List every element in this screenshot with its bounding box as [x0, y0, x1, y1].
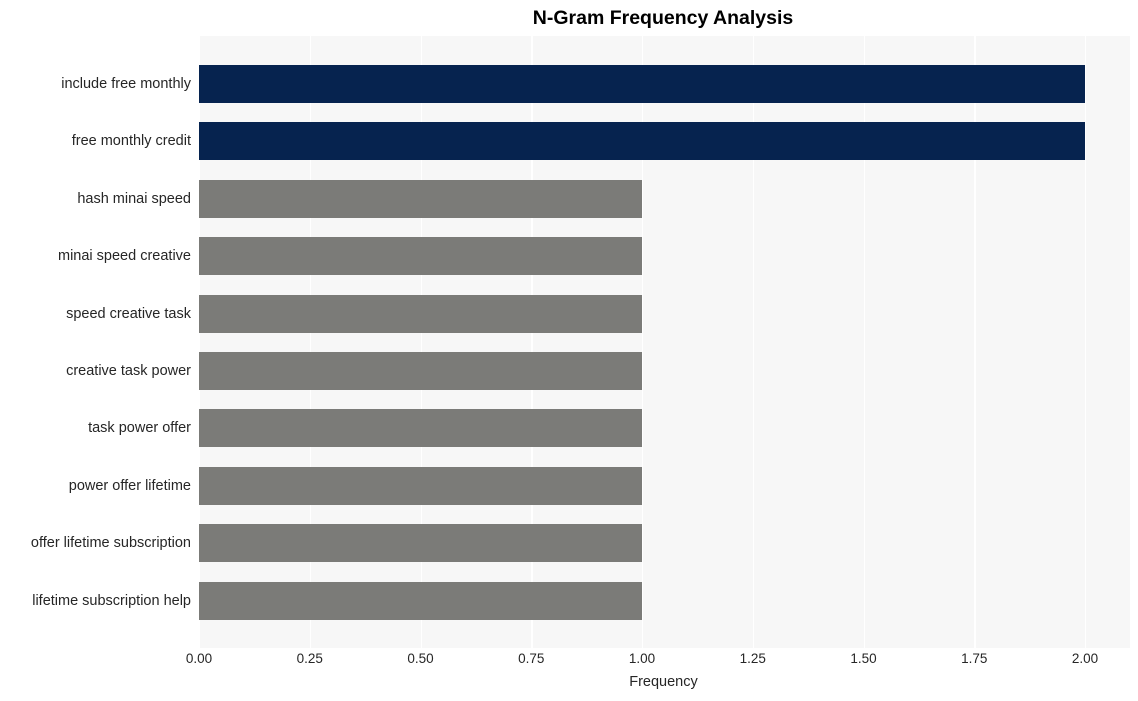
bar-row — [199, 581, 1130, 620]
y-tick-label: speed creative task — [66, 305, 191, 322]
y-tick-label: power offer lifetime — [68, 477, 191, 494]
bar-row — [199, 65, 1130, 103]
x-tick-label: 2.00 — [1071, 651, 1099, 666]
bar-row — [199, 237, 1130, 276]
bar[interactable] — [199, 466, 642, 505]
y-axis-tick-labels: include free monthly free monthly credit h… — [0, 36, 191, 648]
x-tick-label: 0.75 — [518, 651, 545, 666]
y-tick-label: hash minai speed — [77, 190, 191, 207]
bar[interactable] — [199, 581, 642, 620]
x-axis-label-text: Frequency — [629, 674, 698, 690]
bar[interactable] — [199, 65, 1085, 103]
bar-row — [199, 122, 1130, 161]
x-tick-label: 0.00 — [185, 651, 213, 666]
x-axis-label: Frequency — [199, 673, 1130, 691]
chart-title: N-Gram Frequency Analysis — [0, 6, 1138, 30]
y-tick-label: lifetime subscription help — [32, 592, 191, 609]
bar[interactable] — [199, 294, 642, 333]
y-tick-label: free monthly credit — [71, 133, 191, 150]
bar-row — [199, 179, 1130, 218]
bar-row — [199, 524, 1130, 563]
y-tick-label: include free monthly — [61, 76, 191, 92]
bar-row — [199, 294, 1130, 333]
x-tick-label: 1.00 — [628, 651, 656, 666]
y-tick-label: creative task power — [66, 363, 191, 379]
bar[interactable] — [199, 122, 1085, 161]
x-tick-label: 1.50 — [850, 651, 877, 666]
bar[interactable] — [199, 524, 642, 563]
y-tick-label: offer lifetime subscription — [30, 535, 191, 552]
bar-row — [199, 352, 1130, 390]
x-axis-tick-labels: 0.00 0.25 0.50 0.75 1.00 1.25 1.50 1.75 2.00 — [186, 648, 1130, 672]
bar[interactable] — [199, 237, 642, 276]
x-tick-label: 1.25 — [739, 651, 766, 666]
bar-row — [199, 409, 1130, 448]
bar[interactable] — [199, 179, 642, 218]
x-tick-label: 0.50 — [407, 651, 434, 666]
y-tick-label: task power offer — [88, 420, 191, 437]
bar[interactable] — [199, 352, 642, 390]
y-tick-label: minai speed creative — [58, 248, 191, 265]
chart-title-text: N-Gram Frequency Analysis — [532, 7, 794, 29]
bar[interactable] — [199, 409, 642, 448]
chart-figure: N-Gram Frequency Analysis include free m… — [0, 0, 1138, 701]
x-tick-label: 0.25 — [296, 651, 323, 666]
x-tick-label: 1.75 — [961, 651, 988, 666]
plot-area — [199, 36, 1130, 648]
bar-row — [199, 466, 1130, 505]
